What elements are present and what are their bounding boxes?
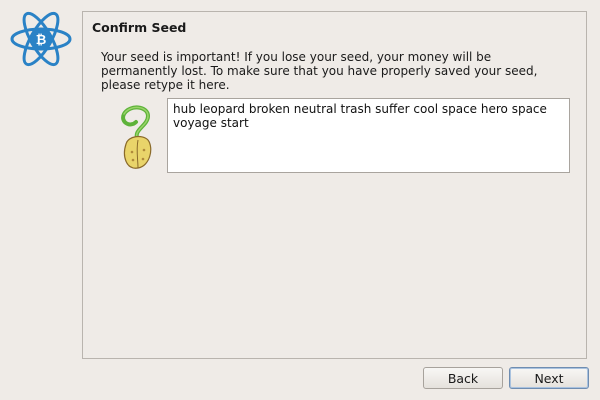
svg-text:₿: ₿ <box>36 33 47 48</box>
instruction-text: Your seed is important! If you lose your… <box>101 50 538 92</box>
next-button[interactable]: Next <box>509 367 589 389</box>
wizard-panel: Confirm Seed Your seed is important! If … <box>82 11 587 359</box>
back-button[interactable]: Back <box>423 367 503 389</box>
page-title: Confirm Seed <box>92 20 187 35</box>
electrum-logo-icon: ₿ <box>10 11 72 67</box>
seed-icon <box>121 105 152 169</box>
seed-input[interactable]: hub leopard broken neutral trash suffer … <box>167 98 570 173</box>
